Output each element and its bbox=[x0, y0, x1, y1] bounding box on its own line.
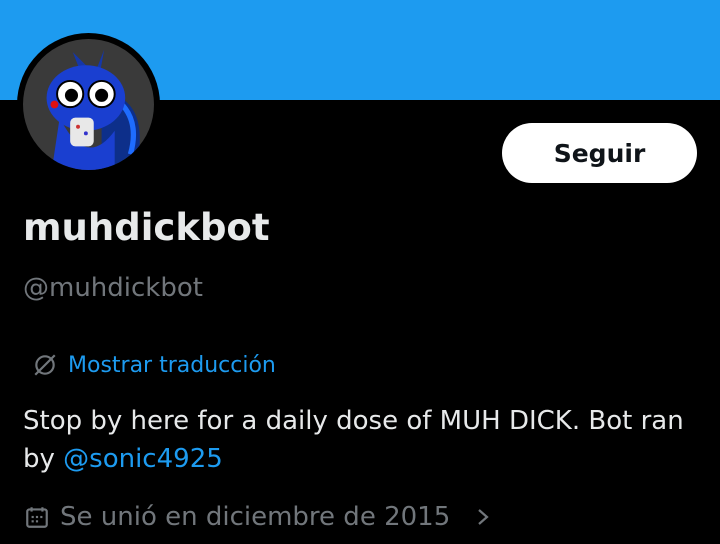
show-translation-label[interactable]: Mostrar traducción bbox=[68, 353, 276, 378]
chevron-right-icon bbox=[478, 509, 489, 525]
avatar-image bbox=[23, 39, 154, 170]
profile-handle: @muhdickbot bbox=[23, 273, 203, 303]
join-date-label: Se unió en diciembre de 2015 bbox=[60, 502, 451, 532]
follow-button[interactable]: Seguir bbox=[502, 123, 697, 183]
calendar-icon bbox=[26, 507, 48, 528]
display-name: muhdickbot bbox=[23, 206, 270, 249]
globe-slash-icon bbox=[34, 354, 56, 376]
profile-bio: Stop by here for a daily dose of MUH DIC… bbox=[23, 402, 703, 478]
join-date[interactable]: Se unió en diciembre de 2015 bbox=[24, 502, 496, 532]
show-translation-link[interactable]: Mostrar traducción bbox=[32, 352, 276, 378]
avatar[interactable] bbox=[17, 33, 160, 176]
bio-mention-link[interactable]: @sonic4925 bbox=[63, 444, 223, 474]
